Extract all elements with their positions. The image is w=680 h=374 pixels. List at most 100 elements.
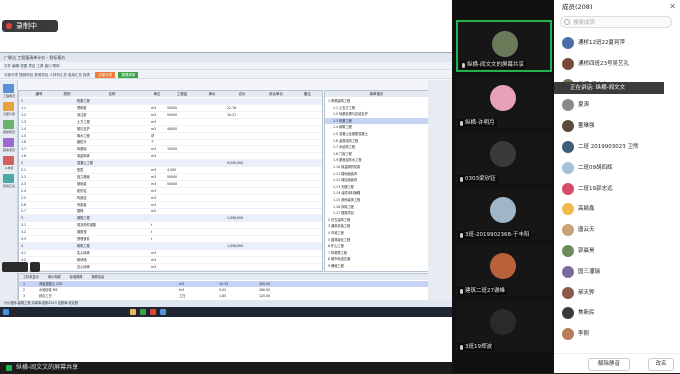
close-icon[interactable]: ✕	[669, 2, 676, 11]
share-controls[interactable]	[2, 262, 28, 272]
tree-item[interactable]: 1.1 土石方工程	[325, 105, 428, 111]
bottom-tab-3[interactable]: 换算信息	[91, 275, 104, 279]
browser-icon[interactable]	[150, 309, 156, 315]
member-row[interactable]: 焦新民	[554, 304, 680, 322]
tree-item[interactable]: 7 构筑物工程	[325, 250, 428, 256]
tree-item[interactable]: 1.2 地基处理与边坡支护	[325, 111, 428, 117]
tree-item[interactable]: 1.8 门窗工程	[325, 151, 428, 157]
bottom-tab-1[interactable]: 单价构成	[48, 275, 61, 279]
explorer-icon[interactable]	[130, 309, 136, 315]
tree-header: 清单指引	[325, 91, 428, 97]
member-row[interactable]: 董琳强	[554, 117, 680, 135]
nav-item-0[interactable]: 工程概况	[1, 94, 17, 98]
tree-item[interactable]: 1.12 墙柱面装饰	[325, 177, 428, 183]
bottom-tab-2[interactable]: 标准换算	[70, 275, 83, 279]
detail-row[interactable]: 3 综合工日 工日 1.85 120.00	[19, 293, 428, 299]
tree-item[interactable]: 1.11 楼地面装饰	[325, 171, 428, 177]
tree-item[interactable]: 6 矿山工程	[325, 243, 428, 249]
tree-item[interactable]: 8 城市轨道交通	[325, 256, 428, 262]
tree-item[interactable]: 1.7 木结构工程	[325, 144, 428, 150]
nav-item-3[interactable]: 其他项目	[1, 148, 17, 152]
th-price[interactable]: 单价	[199, 91, 226, 97]
menu-bar[interactable]: 文件 编辑 视图 项目 工具 窗口 帮助	[0, 62, 452, 70]
avatar	[562, 182, 574, 195]
cell-qty: 50000	[167, 105, 178, 110]
tag-orange[interactable]: 分部分项	[95, 72, 116, 78]
member-row[interactable]: 国三潘瑞	[554, 263, 680, 281]
cell-name: 混凝土工程	[77, 161, 93, 166]
nav-item-4[interactable]: 人材机	[1, 166, 17, 170]
tree-item[interactable]: 1.9 屋面及防水工程	[325, 157, 428, 163]
member-row[interactable]: 二班09胡四辉	[554, 159, 680, 177]
cell-code: 2.2	[21, 174, 27, 179]
nav-item-1[interactable]: 分部分项	[1, 112, 17, 116]
measure-icon[interactable]	[3, 120, 14, 129]
tree-item[interactable]: 1.3 桩基工程	[325, 117, 428, 124]
share-controls-more[interactable]	[30, 262, 40, 272]
tree-item[interactable]: 5 园林绿化工程	[325, 237, 428, 243]
tree-item[interactable]: 1.16 拆除工程	[325, 204, 428, 210]
meeting-icon[interactable]	[160, 309, 166, 315]
member-row[interactable]: 郝天骅	[554, 284, 680, 302]
summary-icon[interactable]	[3, 174, 14, 183]
cell-name: 砖基础	[77, 147, 87, 152]
cell-code: 2.6	[21, 202, 27, 207]
member-row[interactable]: 通桥12班22夏珂萍	[554, 34, 680, 52]
video-tile[interactable]: 3班19郑波	[456, 300, 552, 352]
tree-item[interactable]: 9 爆破工程	[325, 263, 428, 269]
tree-item[interactable]: 4 市政工程	[325, 230, 428, 236]
th-total[interactable]: 合价	[225, 91, 260, 97]
nav-item-2[interactable]: 措施项目	[1, 130, 17, 134]
th-type[interactable]: 类别	[59, 91, 76, 97]
other-icon[interactable]	[3, 138, 14, 147]
th-unit[interactable]: 单位	[149, 91, 166, 97]
video-tile[interactable]: 纵横-阎文文的屏幕共享	[456, 20, 552, 72]
video-tile[interactable]: 建筑二班27谢峰	[456, 244, 552, 296]
overview-icon[interactable]	[3, 84, 14, 93]
tree-item[interactable]: 3 通用安装工程	[325, 223, 428, 229]
th-unitprice[interactable]: 综合单价	[259, 91, 294, 97]
recording-indicator[interactable]: 录制中	[2, 20, 58, 32]
member-row[interactable]: 二班19郭志远	[554, 180, 680, 198]
member-row[interactable]: 李刚	[554, 325, 680, 343]
material-icon[interactable]	[3, 156, 14, 165]
member-search-input[interactable]: 搜索成员	[560, 16, 672, 28]
tree-item[interactable]: 1.6 金属结构工程	[325, 138, 428, 144]
tree-item[interactable]: 1.4 砌筑工程	[325, 124, 428, 130]
th-note[interactable]: 备注	[293, 91, 322, 97]
member-row[interactable]: 二班 2019903023 卫然	[554, 138, 680, 156]
video-tile[interactable]: 3班-2019902368-于丰阳	[456, 188, 552, 240]
table-row[interactable]: 4.3空心砖墙m3	[19, 264, 322, 271]
member-row[interactable]: 郭晨昊	[554, 242, 680, 260]
tag-green[interactable]: 整理清单	[118, 72, 139, 78]
detail-cell-name: 综合工日	[39, 294, 52, 298]
tree-item[interactable]: 1.14 油漆涂料裱糊	[325, 190, 428, 196]
member-row[interactable]: 唐云天	[554, 221, 680, 239]
member-row[interactable]: 夏涛	[554, 96, 680, 114]
nav-item-5[interactable]: 费用汇总	[1, 184, 17, 188]
bottom-tab-0[interactable]: 工料机显示	[23, 275, 39, 279]
th-code[interactable]: 编号	[19, 91, 60, 97]
list-icon[interactable]	[3, 102, 14, 111]
start-icon[interactable]	[3, 309, 9, 315]
video-tile[interactable]: 纵横-许明月	[456, 76, 552, 128]
cell-name: 垫层	[77, 168, 84, 172]
tree-item[interactable]: 1.17 措施项目	[325, 210, 428, 216]
cell-qty: 50000	[167, 112, 178, 117]
toolbar[interactable]: 分部分项 措施项目 其他项目 人材机汇总 费用汇总 报表 分部分项 整理清单	[0, 71, 452, 79]
video-tile[interactable]: 0303梁欣钰	[456, 132, 552, 184]
member-row[interactable]: 通桥四班23号吴艺孔	[554, 55, 680, 73]
app-icon[interactable]	[140, 309, 146, 315]
tree-item[interactable]: 1 房屋建筑工程	[325, 98, 428, 104]
tree-item[interactable]: 1.10 保温隔热防腐	[325, 164, 428, 170]
member-row[interactable]: 高颖鑫	[554, 200, 680, 218]
tree-item[interactable]: 1.15 其他装饰工程	[325, 197, 428, 203]
tree-item[interactable]: 1.5 混凝土及钢筋混凝土	[325, 131, 428, 137]
th-name[interactable]: 名称	[75, 91, 150, 97]
rename-button[interactable]: 改名	[648, 358, 674, 371]
th-qty[interactable]: 工程量	[165, 91, 200, 97]
cell-name: 独立基础	[77, 174, 90, 179]
tree-item[interactable]: 1.13 天棚工程	[325, 184, 428, 190]
tree-item[interactable]: 2 仿古建筑工程	[325, 217, 428, 223]
unmute-button[interactable]: 解除静音	[588, 358, 630, 371]
